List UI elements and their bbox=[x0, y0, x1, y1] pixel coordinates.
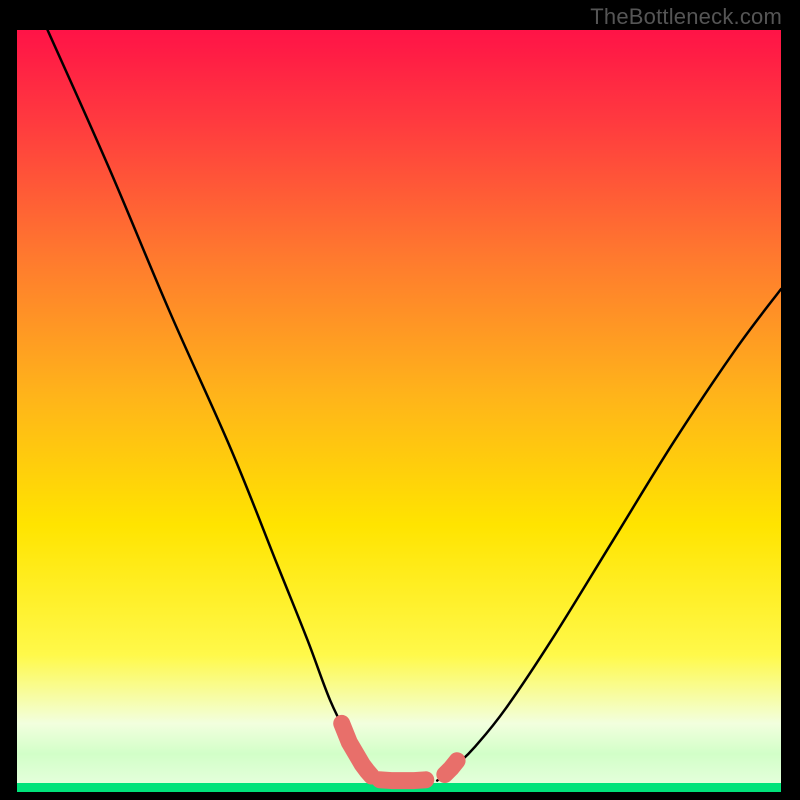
chart-svg bbox=[17, 30, 781, 792]
gradient-bg bbox=[17, 30, 781, 792]
watermark-text: TheBottleneck.com bbox=[590, 4, 782, 30]
marker-cluster bbox=[445, 761, 457, 775]
plot-area bbox=[17, 30, 781, 792]
chart-container: TheBottleneck.com bbox=[0, 0, 800, 800]
marker-cluster bbox=[380, 780, 426, 781]
